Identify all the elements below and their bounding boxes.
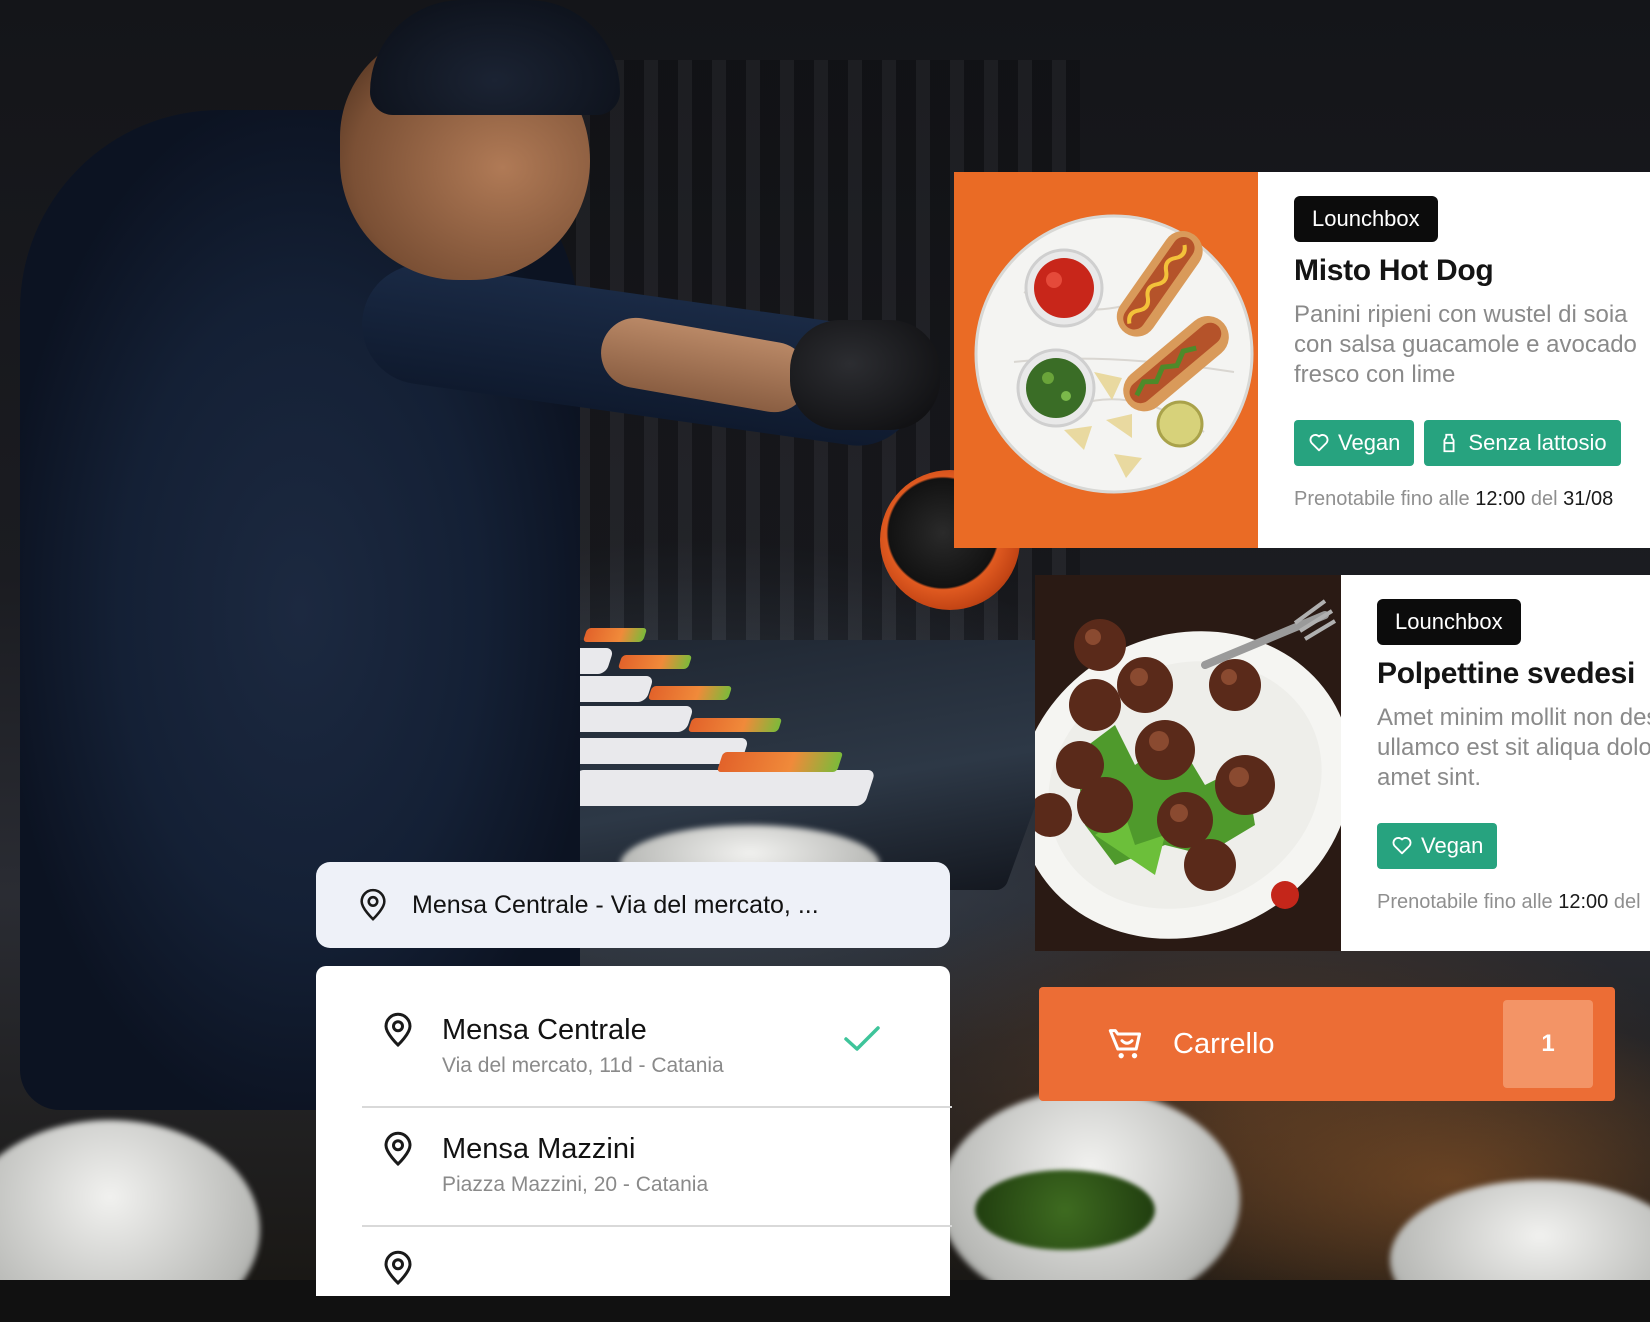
- cart-icon: [1108, 1029, 1141, 1059]
- location-option[interactable]: Mensa Mazzini Piazza Mazzini, 20 - Catan…: [362, 1085, 950, 1203]
- booking-deadline: Prenotabile fino alle 12:00 del: [1377, 891, 1650, 914]
- meatballs-plate-illustration: [1035, 575, 1341, 951]
- tag-vegan[interactable]: Vegan: [1294, 420, 1415, 466]
- location-option[interactable]: Mensa Centrale Via del mercato, 11d - Ca…: [362, 966, 950, 1084]
- tag-label: Vegan: [1421, 833, 1484, 858]
- location-name: Mensa Centrale: [442, 1014, 647, 1046]
- location-option[interactable]: [362, 1204, 950, 1322]
- dish-description: Panini ripieni con wustel di soia con sa…: [1294, 301, 1637, 388]
- food-card[interactable]: Lounchbox Polpettine svedesi Amet minim …: [1035, 575, 1650, 951]
- category-badge: Lounchbox: [1294, 196, 1438, 242]
- location-pin-icon: [384, 1012, 412, 1048]
- tag-lactose-free[interactable]: Senza lattosio: [1424, 420, 1621, 466]
- divider: [362, 1225, 952, 1227]
- deadline-mid: del: [1613, 891, 1641, 913]
- location-pin-icon: [384, 1131, 412, 1167]
- bowl: [1390, 1180, 1650, 1280]
- food-portion: [647, 686, 733, 700]
- plate: [564, 770, 876, 806]
- category-badge: Lounchbox: [1377, 599, 1521, 645]
- location-name: Mensa Mazzini: [442, 1133, 636, 1165]
- greens: [975, 1170, 1155, 1250]
- dish-title: Polpettine svedesi: [1377, 657, 1636, 690]
- deadline-date: 31/08: [1563, 488, 1614, 510]
- location-selector[interactable]: Mensa Centrale - Via del mercato, ...: [316, 862, 950, 948]
- dish-description: Amet minim mollit non deserunt ullamco e…: [1377, 704, 1650, 791]
- food-card[interactable]: Lounchbox Misto Hot Dog Panini ripieni c…: [954, 172, 1650, 548]
- current-location: Mensa Centrale - Via del mercato, ...: [412, 890, 819, 919]
- location-dropdown: Mensa Centrale Via del mercato, 11d - Ca…: [316, 966, 950, 1296]
- diet-tags: Vegan Senza lattosio: [1294, 420, 1650, 466]
- card-content: Lounchbox Polpettine svedesi Amet minim …: [1341, 575, 1650, 951]
- food-image: [954, 172, 1258, 548]
- location-pin-icon: [384, 1250, 412, 1286]
- cart-button[interactable]: Carrello 1: [1039, 987, 1615, 1101]
- tag-label: Senza lattosio: [1468, 430, 1607, 455]
- tag-vegan[interactable]: Vegan: [1377, 823, 1498, 869]
- heart-icon: [1309, 434, 1329, 452]
- deadline-prefix: Prenotabile fino alle: [1377, 891, 1553, 913]
- diet-tags: Vegan: [1377, 823, 1650, 869]
- deadline-prefix: Prenotabile fino alle: [1294, 488, 1470, 510]
- cart-count: 1: [1503, 1000, 1593, 1088]
- divider: [362, 1106, 952, 1108]
- deadline-mid: del: [1530, 488, 1558, 510]
- food-portion: [716, 752, 844, 772]
- deadline-time: 12:00: [1558, 891, 1609, 913]
- location-address: Piazza Mazzini, 20 - Catania: [442, 1173, 709, 1196]
- bottle-icon: [1443, 433, 1455, 453]
- check-icon: [844, 1026, 880, 1051]
- tag-label: Vegan: [1338, 430, 1401, 455]
- food-image: [1035, 575, 1341, 951]
- dish-title: Misto Hot Dog: [1294, 254, 1494, 287]
- booking-deadline: Prenotabile fino alle 12:00 del 31/08: [1294, 488, 1650, 511]
- location-address: Via del mercato, 11d - Catania: [442, 1054, 724, 1077]
- chef-cap: [370, 0, 620, 115]
- card-content: Lounchbox Misto Hot Dog Panini ripieni c…: [1258, 172, 1650, 548]
- food-portion: [687, 718, 783, 732]
- location-pin-icon: [360, 888, 386, 921]
- heart-icon: [1392, 837, 1412, 855]
- food-portion: [617, 655, 693, 669]
- bowl: [0, 1120, 260, 1280]
- cart-label: Carrello: [1173, 1027, 1275, 1060]
- food-portion: [582, 628, 648, 642]
- chef-glove: [790, 320, 940, 430]
- hot-dog-plate-illustration: [974, 214, 1254, 494]
- deadline-time: 12:00: [1475, 488, 1526, 510]
